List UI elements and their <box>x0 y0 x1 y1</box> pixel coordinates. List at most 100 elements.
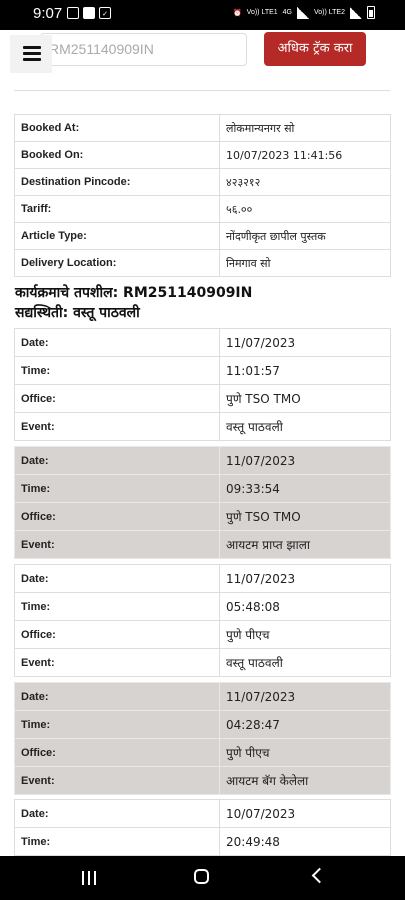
table-row: Destination Pincode: ४२३२१२ <box>14 168 391 196</box>
event-date: 11/07/2023 <box>219 446 391 475</box>
info-label: Delivery Location: <box>14 249 220 277</box>
time-label: Time: <box>14 710 220 739</box>
event-table: Date: 11/07/2023 Time: 05:48:08 Office: पुण… <box>14 564 391 677</box>
table-row: Date: 10/07/2023 <box>14 799 391 828</box>
table-row: Delivery Location: निमगाव सो <box>14 249 391 277</box>
event-label: Event: <box>14 648 220 677</box>
table-row: Tariff: ५६.०० <box>14 195 391 223</box>
tracking-heading: कार्यक्रमाचे तपशील: RM251140909IN <box>15 285 253 301</box>
track-more-button[interactable]: अधिक ट्रॅक करा <box>264 32 366 66</box>
top-bar: RM251140909IN अधिक ट्रॅक करा <box>0 30 405 88</box>
info-value: लोकमान्यनगर सो <box>219 114 391 142</box>
message-notification-icon <box>83 7 95 19</box>
network-lte2-label: Vo)) LTE2 <box>314 9 345 16</box>
table-row: Event: आयटम प्राप्त झाला <box>14 530 391 559</box>
table-row: Time: 05:48:08 <box>14 592 391 621</box>
table-row: Date: 11/07/2023 <box>14 564 391 593</box>
event-office: पुणे TSO TMO <box>219 502 391 531</box>
recent-apps-icon[interactable] <box>82 871 98 885</box>
table-row: Office: पुणे TSO TMO <box>14 384 391 413</box>
time-label: Time: <box>14 474 220 503</box>
table-row: Office: पुणे TSO TMO <box>14 502 391 531</box>
info-label: Booked On: <box>14 141 220 169</box>
tracking-search-input[interactable]: RM251140909IN <box>40 33 247 66</box>
network-4g-label: 4G <box>282 9 292 16</box>
notification-icons: ✓ <box>67 7 111 19</box>
table-row: Event: वस्तू पाठवली <box>14 412 391 441</box>
event-office: पुणे पीएच <box>219 620 391 649</box>
event-table: Date: 11/07/2023 Time: 09:33:54 Office: पुण… <box>14 446 391 559</box>
table-row: Date: 11/07/2023 <box>14 682 391 711</box>
home-icon[interactable] <box>194 869 209 884</box>
date-label: Date: <box>14 446 220 475</box>
event-table: Date: 10/07/2023 Time: 20:49:48 <box>14 799 391 856</box>
checkbox-notification-icon: ✓ <box>99 7 111 19</box>
system-icons: ⏰ Vo)) LTE1 4G Vo)) LTE2 <box>233 6 375 19</box>
info-value: 10/07/2023 11:41:56 <box>219 141 391 169</box>
event-time: 20:49:48 <box>219 827 391 856</box>
event-date: 11/07/2023 <box>219 564 391 593</box>
status-bar: 9:07 ✓ ⏰ Vo)) LTE1 4G Vo)) LTE2 <box>0 0 405 30</box>
table-row: Event: वस्तू पाठवली <box>14 648 391 677</box>
time-label: Time: <box>14 592 220 621</box>
event-table: Date: 11/07/2023 Time: 11:01:57 Office: पुण… <box>14 328 391 441</box>
office-label: Office: <box>14 384 220 413</box>
office-label: Office: <box>14 620 220 649</box>
event-date: 10/07/2023 <box>219 799 391 828</box>
alarm-icon: ⏰ <box>232 9 242 17</box>
event-description: वस्तू पाठवली <box>219 412 391 441</box>
event-time: 05:48:08 <box>219 592 391 621</box>
navigation-bar <box>0 856 405 900</box>
time-label: Time: <box>14 356 220 385</box>
event-description: आयटम प्राप्त झाला <box>219 530 391 559</box>
event-description: वस्तू पाठवली <box>219 648 391 677</box>
status-time: 9:07 <box>33 5 63 22</box>
network-lte1-label: Vo)) LTE1 <box>246 9 278 16</box>
event-date: 11/07/2023 <box>219 328 391 357</box>
table-row: Event: आयटम बॅग केलेला <box>14 766 391 795</box>
event-time: 09:33:54 <box>219 474 391 503</box>
table-row: Date: 11/07/2023 <box>14 328 391 357</box>
signal-2-icon <box>350 6 362 19</box>
event-table: Date: 11/07/2023 Time: 04:28:47 Office: पुण… <box>14 682 391 795</box>
event-label: Event: <box>14 530 220 559</box>
signal-icon <box>297 6 309 19</box>
status-heading: सद्यस्थिती: वस्तू पाठवली <box>15 305 140 321</box>
event-label: Event: <box>14 766 220 795</box>
booking-info-table: Booked At: लोकमान्यनगर सो Booked On: 10/07… <box>14 114 391 277</box>
table-row: Time: 11:01:57 <box>14 356 391 385</box>
event-office: पुणे TSO TMO <box>219 384 391 413</box>
event-office: पुणे पीएच <box>219 738 391 767</box>
office-label: Office: <box>14 738 220 767</box>
info-value: ४२३२१२ <box>219 168 391 196</box>
table-row: Office: पुणे पीएच <box>14 620 391 649</box>
info-value: नोंदणीकृत छापील पुस्तक <box>219 222 391 250</box>
info-value: ५६.०० <box>219 195 391 223</box>
date-label: Date: <box>14 799 220 828</box>
divider <box>14 90 390 91</box>
info-label: Booked At: <box>14 114 220 142</box>
battery-icon <box>367 6 375 19</box>
info-label: Article Type: <box>14 222 220 250</box>
date-label: Date: <box>14 564 220 593</box>
back-icon[interactable] <box>311 867 328 884</box>
table-row: Office: पुणे पीएच <box>14 738 391 767</box>
menu-icon[interactable] <box>10 35 52 73</box>
info-value: निमगाव सो <box>219 249 391 277</box>
date-label: Date: <box>14 682 220 711</box>
info-label: Destination Pincode: <box>14 168 220 196</box>
table-row: Time: 20:49:48 <box>14 827 391 856</box>
event-time: 04:28:47 <box>219 710 391 739</box>
event-time: 11:01:57 <box>219 356 391 385</box>
table-row: Time: 09:33:54 <box>14 474 391 503</box>
event-date: 11/07/2023 <box>219 682 391 711</box>
table-row: Time: 04:28:47 <box>14 710 391 739</box>
table-row: Article Type: नोंदणीकृत छापील पुस्तक <box>14 222 391 250</box>
info-label: Tariff: <box>14 195 220 223</box>
time-label: Time: <box>14 827 220 856</box>
office-label: Office: <box>14 502 220 531</box>
event-label: Event: <box>14 412 220 441</box>
table-row: Booked On: 10/07/2023 11:41:56 <box>14 141 391 169</box>
table-row: Booked At: लोकमान्यनगर सो <box>14 114 391 142</box>
date-label: Date: <box>14 328 220 357</box>
